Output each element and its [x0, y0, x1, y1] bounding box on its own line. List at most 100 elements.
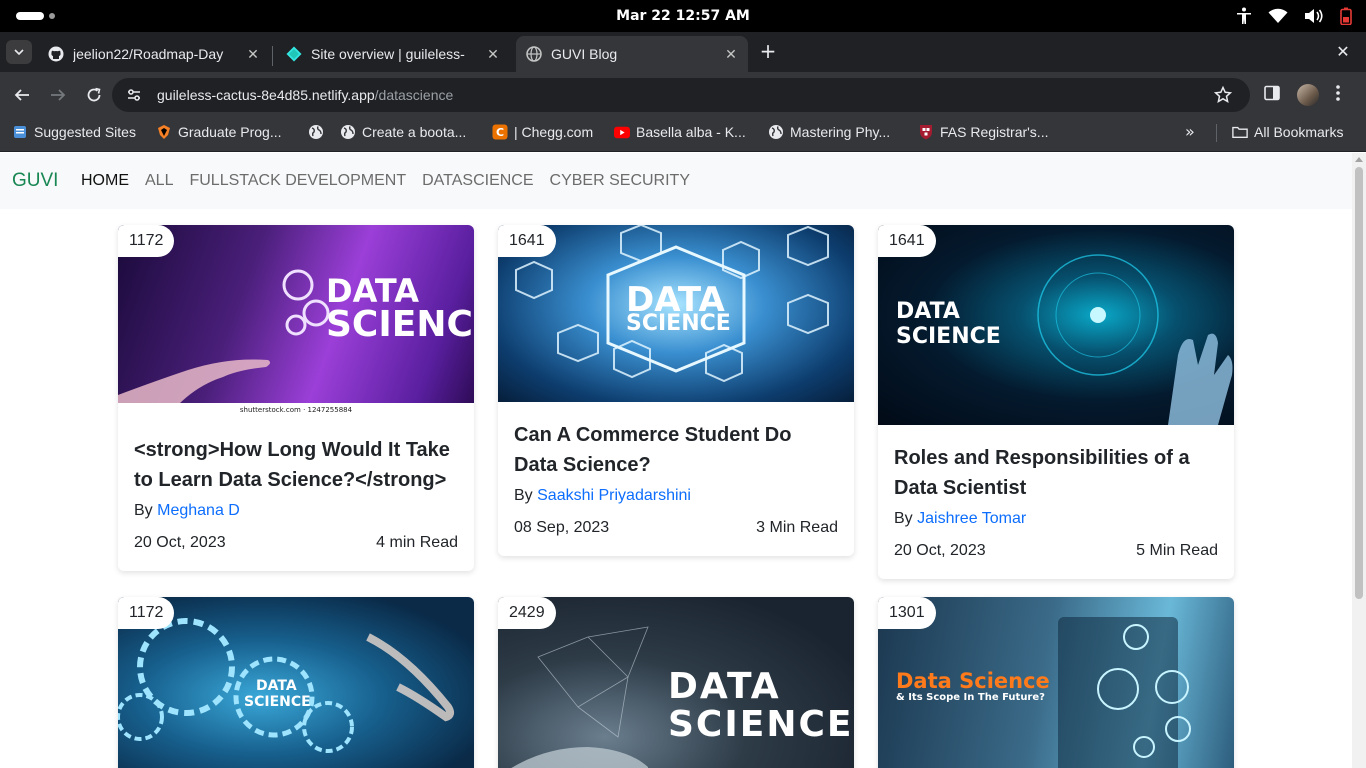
- nav-all[interactable]: ALL: [145, 153, 173, 209]
- blog-card[interactable]: 1301 Data Science & Its Scope In The Fut…: [878, 597, 1234, 768]
- view-count-badge: 1641: [498, 225, 556, 257]
- blog-card-image[interactable]: 1172 DATA SCIENCE: [118, 597, 474, 768]
- system-tray[interactable]: [1236, 6, 1352, 26]
- browser-menu-button[interactable]: [1335, 84, 1341, 106]
- view-count-badge: 1641: [878, 225, 936, 257]
- clock[interactable]: Mar 22 12:57 AM: [0, 0, 1366, 32]
- volume-icon[interactable]: [1304, 8, 1324, 24]
- scrollbar-thumb[interactable]: [1355, 167, 1363, 599]
- bookmark-basella-alba[interactable]: Basella alba - K...: [614, 118, 746, 146]
- blog-card-image[interactable]: 1301 Data Science & Its Scope In The Fut…: [878, 597, 1234, 768]
- blog-card-body: Roles and Responsibilities of a Data Sci…: [878, 425, 1234, 579]
- image-text-line-1: DATA: [256, 678, 297, 694]
- tab-title: Site overview | guileless-: [311, 46, 465, 62]
- blog-card-title[interactable]: Can A Commerce Student Do Data Science?: [514, 420, 838, 480]
- reload-icon: [87, 87, 101, 102]
- blog-card-meta: 20 Oct, 2023 5 Min Read: [894, 539, 1218, 563]
- blog-card-author: By Jaishree Tomar: [894, 507, 1218, 531]
- blog-card[interactable]: 1641 DATA SCIENCE Roles and Responsibili…: [878, 225, 1234, 579]
- bookmark-mastering-physics[interactable]: Mastering Phy...: [768, 118, 890, 146]
- blog-card[interactable]: 1172 DATA SCIENCE shutterstock.com · 124…: [118, 225, 474, 571]
- battery-icon[interactable]: [1340, 7, 1352, 25]
- bookmark-chegg[interactable]: C | Chegg.com: [492, 118, 593, 146]
- close-icon[interactable]: ✕: [484, 46, 502, 63]
- publish-date: 20 Oct, 2023: [894, 542, 986, 559]
- accessibility-icon[interactable]: [1236, 7, 1252, 25]
- site-info-icon[interactable]: [126, 87, 142, 107]
- author-link[interactable]: Meghana D: [157, 502, 240, 519]
- bookmark-label: Graduate Prog...: [178, 124, 282, 140]
- blog-card[interactable]: 1641 DATA SCIENCE Can A Commerce Student…: [498, 225, 854, 556]
- window-close-button[interactable]: ✕: [1333, 41, 1353, 63]
- close-icon[interactable]: ✕: [244, 46, 262, 63]
- new-tab-button[interactable]: +: [757, 41, 779, 63]
- image-text-line-2: SCIENCE: [326, 304, 474, 345]
- tab-guvi-blog[interactable]: GUVI Blog ✕: [516, 36, 748, 72]
- read-time: 5 Min Read: [1136, 542, 1218, 559]
- forward-button[interactable]: [47, 84, 69, 106]
- blog-card[interactable]: 2429 DATA SCIENCE: [498, 597, 854, 768]
- blog-card-title[interactable]: <strong>How Long Would It Take to Learn …: [134, 435, 458, 495]
- image-text-line-2: SCIENCE: [668, 704, 854, 745]
- close-icon[interactable]: ✕: [722, 46, 740, 63]
- image-text-line-1: DATA: [326, 272, 419, 310]
- blog-card-image[interactable]: 1172 DATA SCIENCE shutterstock.com · 124…: [118, 225, 474, 417]
- back-button[interactable]: [11, 84, 33, 106]
- tab-title: jeelion22/Roadmap-Day: [73, 46, 224, 62]
- os-top-bar: Mar 22 12:57 AM: [0, 0, 1366, 32]
- all-bookmarks-button[interactable]: All Bookmarks: [1232, 118, 1343, 146]
- bookmark-fas-registrar[interactable]: FAS Registrar's...: [918, 118, 1048, 146]
- profile-avatar[interactable]: [1297, 84, 1319, 106]
- view-count-badge: 2429: [498, 597, 556, 629]
- page-scrollbar[interactable]: [1352, 153, 1366, 768]
- tab-search-button[interactable]: [6, 40, 32, 64]
- blog-card-image[interactable]: 1641 DATA SCIENCE: [878, 225, 1234, 425]
- hand-graphic: [118, 359, 271, 405]
- side-panel-button[interactable]: [1263, 84, 1281, 106]
- chevron-down-icon: [14, 49, 24, 55]
- tab-netlify[interactable]: Site overview | guileless- ✕: [278, 36, 510, 72]
- bookmark-suggested-sites[interactable]: Suggested Sites: [12, 118, 136, 146]
- url-host: guileless-cactus-8e4d85.netlify.app: [157, 87, 375, 103]
- image-text-line-1: DATA: [896, 299, 960, 324]
- image-text-line-1: DATA: [668, 666, 781, 707]
- author-link[interactable]: Jaishree Tomar: [917, 510, 1026, 527]
- bookmark-star-icon[interactable]: [1213, 85, 1233, 108]
- blog-card-image[interactable]: 2429 DATA SCIENCE: [498, 597, 854, 768]
- bookmark-label: Basella alba - K...: [636, 124, 746, 140]
- tab-github[interactable]: jeelion22/Roadmap-Day ✕: [40, 36, 270, 72]
- nav-fullstack-development[interactable]: FULLSTACK DEVELOPMENT: [189, 153, 406, 209]
- chegg-icon: C: [492, 124, 508, 140]
- shield-icon: [156, 124, 172, 140]
- author-link[interactable]: Saakshi Priyadarshini: [537, 487, 691, 504]
- image-text-line-2: SCIENCE: [244, 694, 311, 710]
- more-vertical-icon: [1336, 85, 1340, 101]
- blog-card-title[interactable]: Roles and Responsibilities of a Data Sci…: [894, 443, 1218, 503]
- arrow-left-icon: [14, 89, 29, 101]
- bookmark-create-bootcamp[interactable]: Create a boota...: [340, 118, 466, 146]
- scroll-up-arrow[interactable]: [1355, 157, 1363, 162]
- address-bar[interactable]: guileless-cactus-8e4d85.netlify.app/data…: [112, 78, 1250, 112]
- nav-home[interactable]: HOME: [81, 153, 129, 209]
- nav-cyber-security[interactable]: CYBER SECURITY: [550, 153, 690, 209]
- by-label: By: [894, 510, 913, 527]
- bookmark-globe[interactable]: [308, 118, 330, 146]
- bookmark-graduate-prog[interactable]: Graduate Prog...: [156, 118, 282, 146]
- blog-card-image[interactable]: 1641 DATA SCIENCE: [498, 225, 854, 402]
- blog-card-meta: 08 Sep, 2023 3 Min Read: [514, 516, 838, 540]
- reload-button[interactable]: [83, 84, 105, 106]
- browser-toolbar: guileless-cactus-8e4d85.netlify.app/data…: [0, 72, 1366, 118]
- more-bookmarks-button[interactable]: »: [1185, 122, 1195, 141]
- by-label: By: [134, 502, 153, 519]
- blog-card[interactable]: 1172 DATA SCIENCE: [118, 597, 474, 768]
- read-time: 4 min Read: [376, 534, 458, 551]
- bookmark-label: | Chegg.com: [514, 124, 594, 140]
- image-text-line-2: & Its Scope In The Future?: [896, 692, 1045, 703]
- globe-icon: [768, 124, 784, 140]
- site-brand[interactable]: GUVI: [12, 153, 58, 209]
- wifi-icon[interactable]: [1268, 8, 1288, 24]
- page-viewport: GUVI HOME ALL FULLSTACK DEVELOPMENT DATA…: [0, 153, 1352, 768]
- blog-card-body: Can A Commerce Student Do Data Science? …: [498, 402, 854, 556]
- nav-datascience[interactable]: DATASCIENCE: [422, 153, 533, 209]
- blog-card-meta: 20 Oct, 2023 4 min Read: [134, 531, 458, 555]
